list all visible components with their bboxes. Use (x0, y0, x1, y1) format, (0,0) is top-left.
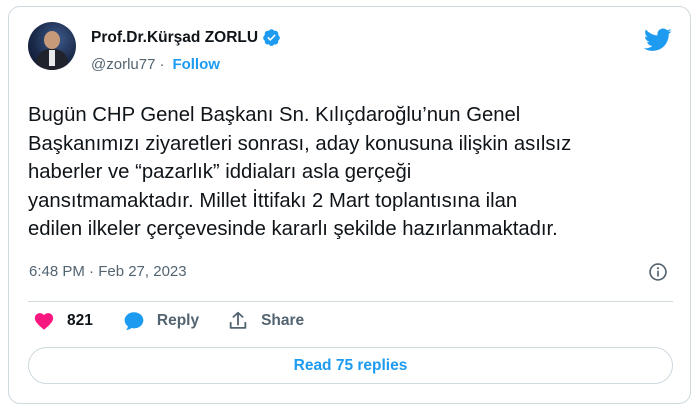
read-replies-button[interactable]: Read 75 replies (28, 347, 673, 384)
author-name-row: Prof.Dr.Kürşad ZORLU (91, 28, 281, 47)
like-button[interactable]: 821 (33, 310, 93, 332)
heart-icon (34, 313, 54, 330)
like-count: 821 (67, 312, 93, 329)
share-icon (229, 311, 247, 329)
tweet-card: Prof.Dr.Kürşad ZORLU @zorlu77 · Follow B… (8, 6, 691, 404)
avatar[interactable] (28, 22, 76, 70)
reply-bubble-icon (124, 312, 144, 330)
share-button[interactable]: Share (227, 310, 304, 332)
reply-button[interactable]: Reply (123, 310, 199, 332)
reply-label: Reply (156, 312, 200, 329)
tweet-text: Bugün CHP Genel Başkanı Sn. Kılıçdaroğlu… (28, 104, 572, 240)
info-icon[interactable] (648, 262, 668, 282)
twitter-bird-icon[interactable] (644, 28, 672, 52)
author-handle-row: @zorlu77 · Follow (91, 56, 220, 73)
separator-dot: · (159, 56, 165, 73)
verified-badge-icon (263, 29, 280, 46)
follow-link[interactable]: Follow (172, 56, 220, 73)
author-handle[interactable]: @zorlu77 (91, 56, 155, 73)
share-label: Share (261, 312, 305, 329)
author-display-name[interactable]: Prof.Dr.Kürşad ZORLU (91, 29, 258, 47)
tweet-timestamp[interactable]: 6:48 PM · Feb 27, 2023 (29, 263, 187, 280)
action-bar: 821 Reply Share (33, 310, 332, 332)
divider (28, 301, 673, 302)
